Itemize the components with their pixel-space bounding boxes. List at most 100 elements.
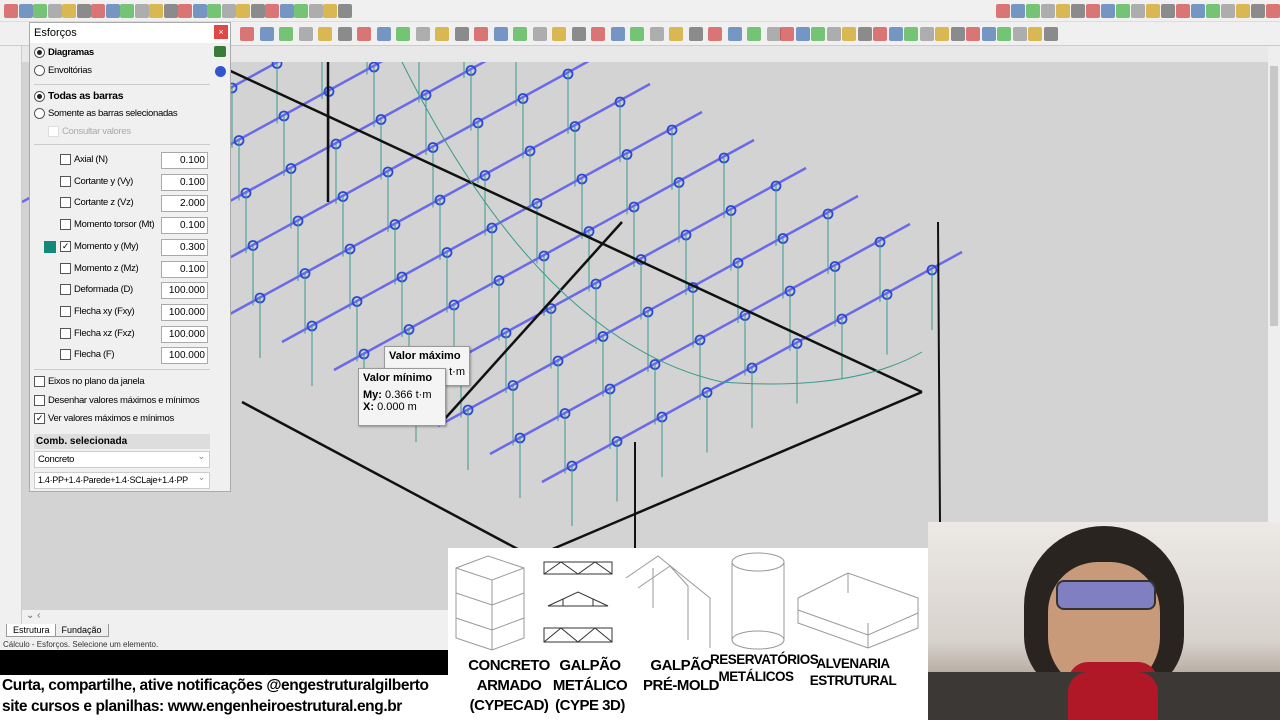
effort-scale-input[interactable]: 0.100 <box>161 173 208 191</box>
effort-checkbox[interactable]: Flecha (F) <box>60 349 115 361</box>
toolbar-button-icon[interactable] <box>591 27 605 41</box>
effort-scale-input[interactable]: 100.000 <box>161 303 208 321</box>
effort-checkbox[interactable]: Cortante z (Vz) <box>60 197 134 209</box>
toolbar-button-icon[interactable] <box>120 4 134 18</box>
toolbar-button-icon[interactable] <box>649 27 664 41</box>
toolbar-button-icon[interactable] <box>532 27 547 41</box>
effort-checkbox[interactable]: Cortante y (Vy) <box>60 175 133 187</box>
toolbar-button-icon[interactable] <box>337 27 352 41</box>
radio-barras-selecionadas[interactable]: Somente as barras selecionadas <box>34 108 178 119</box>
toolbar-button-icon[interactable] <box>747 27 761 41</box>
toolbar-button-icon[interactable] <box>493 27 508 41</box>
toolbar-button-icon[interactable] <box>474 27 488 41</box>
toolbar-button-icon[interactable] <box>1101 4 1115 18</box>
toolbar-button-icon[interactable] <box>192 4 207 18</box>
radio-diagramas[interactable]: Diagramas <box>34 47 94 58</box>
radio-envoltorias[interactable]: Envoltórias <box>34 65 92 76</box>
toolbar-button-icon[interactable] <box>76 4 91 18</box>
toolbar-button-icon[interactable] <box>4 4 18 18</box>
toolbar-button-icon[interactable] <box>1161 4 1175 18</box>
effort-checkbox[interactable]: Axial (N) <box>60 154 108 165</box>
toolbar-button-icon[interactable] <box>357 27 371 41</box>
option-checkbox[interactable]: ✓ Ver valores máximos e mínimos <box>34 413 174 424</box>
toolbar-button-icon[interactable] <box>1011 4 1025 18</box>
close-button[interactable]: × <box>214 25 228 39</box>
radio-todas-barras[interactable]: Todas as barras <box>34 90 124 102</box>
toolbar-button-icon[interactable] <box>18 4 33 18</box>
effort-scale-input[interactable]: 0.100 <box>161 260 208 278</box>
toolbar-button-icon[interactable] <box>842 27 856 41</box>
toolbar-button-icon[interactable] <box>105 4 120 18</box>
toolbar-button-icon[interactable] <box>1251 4 1265 18</box>
toolbar-button-icon[interactable] <box>1056 4 1070 18</box>
toolbar-button-icon[interactable] <box>33 4 47 18</box>
toolbar-button-icon[interactable] <box>178 4 192 18</box>
toolbar-button-icon[interactable] <box>1116 4 1130 18</box>
toolbar-button-icon[interactable] <box>630 27 644 41</box>
toolbar-button-icon[interactable] <box>308 4 323 18</box>
toolbar-button-icon[interactable] <box>294 4 308 18</box>
toolbar-button-icon[interactable] <box>337 4 352 18</box>
toolbar-button-icon[interactable] <box>376 27 391 41</box>
option-checkbox[interactable]: Desenhar valores máximos e mínimos <box>34 394 200 406</box>
toolbar-button-icon[interactable] <box>250 4 265 18</box>
toolbar-button-icon[interactable] <box>873 27 887 41</box>
toolbar-button-icon[interactable] <box>780 27 794 41</box>
toolbar-button-icon[interactable] <box>240 27 254 41</box>
toolbar-button-icon[interactable] <box>996 4 1010 18</box>
toolbar-button-icon[interactable] <box>1071 4 1085 18</box>
horizontal-scrollbar[interactable]: ⌄ ‹ <box>22 610 448 624</box>
toolbar-button-icon[interactable] <box>259 27 274 41</box>
toolbar-button-icon[interactable] <box>888 27 903 41</box>
diagram-color-swatch[interactable] <box>44 240 56 253</box>
comb-type-select[interactable]: Concreto <box>34 449 210 468</box>
effort-scale-input[interactable]: 2.000 <box>161 195 208 213</box>
toolbar-button-icon[interactable] <box>708 27 722 41</box>
toolbar-button-icon[interactable] <box>134 4 149 18</box>
toolbar-button-icon[interactable] <box>950 27 965 41</box>
toolbar-button-icon[interactable] <box>1206 4 1220 18</box>
toolbar-button-icon[interactable] <box>323 4 337 18</box>
toolbar-button-icon[interactable] <box>1043 27 1058 41</box>
toolbar-button-icon[interactable] <box>795 27 810 41</box>
effort-scale-input[interactable]: 0.100 <box>161 152 208 169</box>
toolbar-button-icon[interactable] <box>610 27 625 41</box>
toolbar-button-icon[interactable] <box>919 27 934 41</box>
effort-checkbox[interactable]: Momento torsor (Mt) <box>60 219 155 231</box>
toolbar-button-icon[interactable] <box>221 4 236 18</box>
toolbar-button-icon[interactable] <box>1028 27 1042 41</box>
toolbar-button-icon[interactable] <box>265 4 279 18</box>
toolbar-button-icon[interactable] <box>454 27 469 41</box>
effort-scale-input[interactable]: 100.000 <box>161 325 208 343</box>
effort-checkbox[interactable]: Deformada (D) <box>60 284 133 296</box>
toolbar-button-icon[interactable] <box>207 4 221 18</box>
toolbar-button-icon[interactable] <box>688 27 703 41</box>
toolbar-button-icon[interactable] <box>236 4 250 18</box>
toolbar-button-icon[interactable] <box>935 27 949 41</box>
toolbar-button-icon[interactable] <box>1191 4 1205 18</box>
tab-estrutura[interactable]: Estrutura <box>6 624 57 637</box>
toolbar-button-icon[interactable] <box>1012 27 1027 41</box>
toolbar-button-icon[interactable] <box>163 4 178 18</box>
toolbar-button-icon[interactable] <box>571 27 586 41</box>
book-icon[interactable] <box>214 46 226 57</box>
help-icon[interactable] <box>215 66 226 77</box>
toolbar-button-icon[interactable] <box>279 4 294 18</box>
effort-scale-input[interactable]: 100.000 <box>161 282 208 300</box>
effort-checkbox[interactable]: Flecha xz (Fxz) <box>60 327 135 339</box>
toolbar-button-icon[interactable] <box>62 4 76 18</box>
effort-checkbox[interactable]: Momento z (Mz) <box>60 262 139 274</box>
effort-checkbox[interactable]: ✓ Momento y (My) <box>60 240 139 252</box>
toolbar-button-icon[interactable] <box>1176 4 1190 18</box>
effort-scale-input[interactable]: 0.300 <box>161 238 208 256</box>
toolbar-button-icon[interactable] <box>857 27 872 41</box>
toolbar-button-icon[interactable] <box>435 27 449 41</box>
toolbar-button-icon[interactable] <box>91 4 105 18</box>
toolbar-button-icon[interactable] <box>396 27 410 41</box>
toolbar-button-icon[interactable] <box>766 27 781 41</box>
toolbar-button-icon[interactable] <box>727 27 742 41</box>
toolbar-button-icon[interactable] <box>415 27 430 41</box>
toolbar-button-icon[interactable] <box>279 27 293 41</box>
effort-checkbox[interactable]: Flecha xy (Fxy) <box>60 305 135 317</box>
toolbar-button-icon[interactable] <box>1041 4 1055 18</box>
